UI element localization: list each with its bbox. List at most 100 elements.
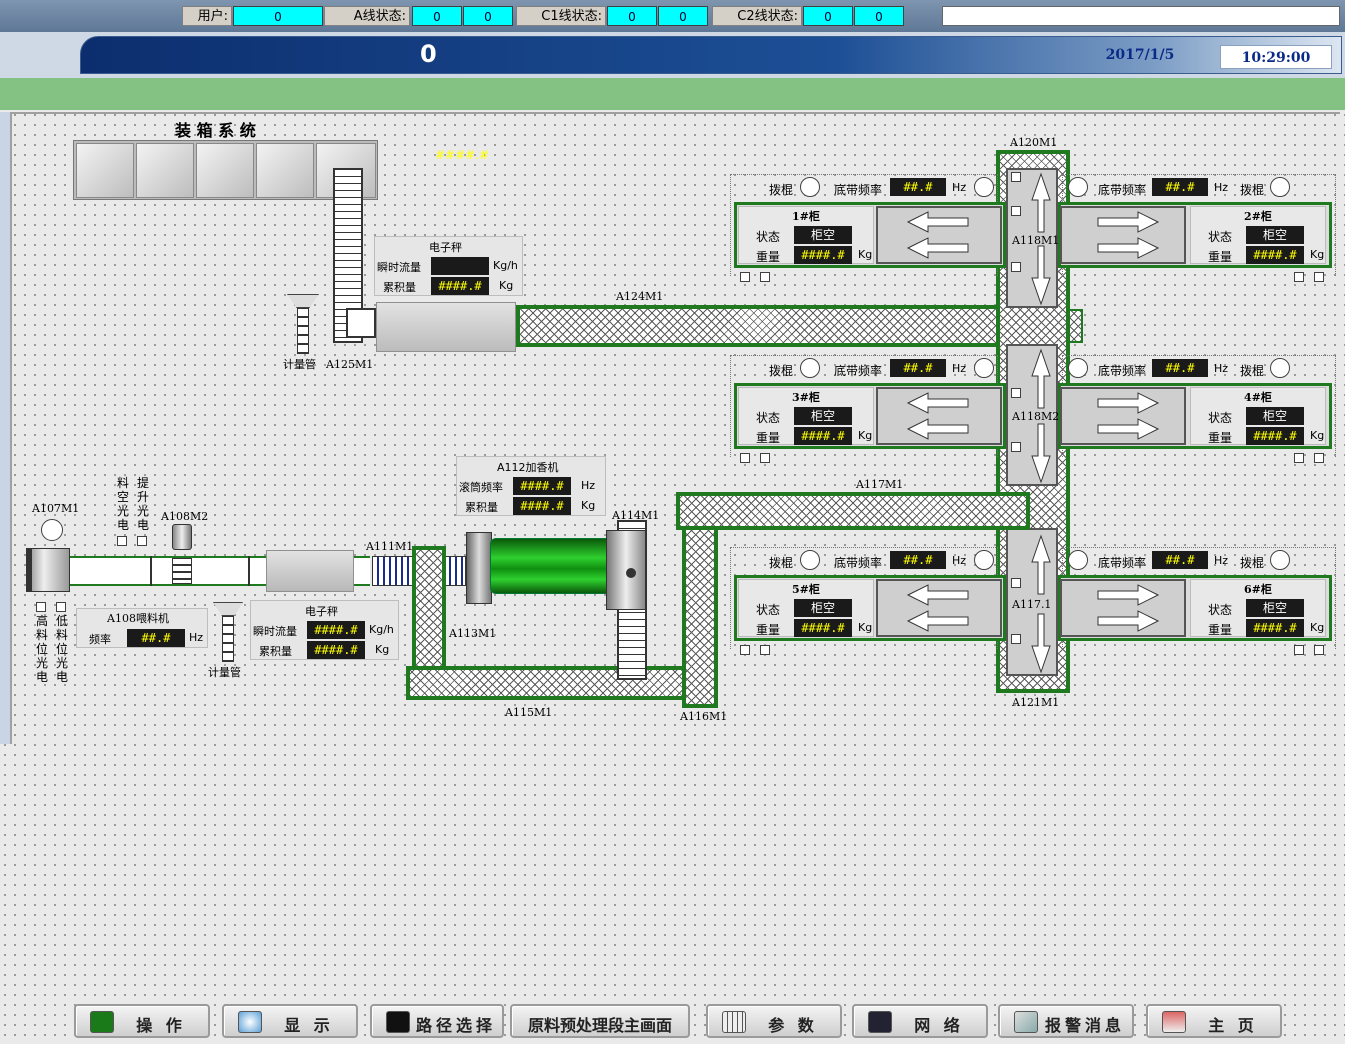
belt-freq-label: 底带频率 (834, 364, 883, 378)
a117m1-conveyor[interactable] (680, 496, 1026, 526)
a115m1-conveyor[interactable] (410, 670, 694, 696)
belt-indicator-icon[interactable] (1068, 550, 1088, 570)
network-icon (868, 1011, 892, 1033)
a107m1-label: A107M1 (32, 502, 80, 515)
scale1-acc-value: ####.# (431, 277, 489, 295)
user-label: 用户: (182, 6, 232, 26)
nav-button-5[interactable]: 网 络 (852, 1004, 988, 1038)
packing-hash: ####.# (435, 148, 490, 162)
state-label: 状态 (756, 411, 781, 425)
scale1-title: 电子秤 (429, 241, 462, 254)
high-pe-label: 高料位光电 (35, 614, 48, 684)
arrow-right-icon (1097, 392, 1160, 440)
nav-button-3[interactable]: 原料预处理段主画面 (510, 1004, 690, 1038)
belt-indicator-icon[interactable] (974, 550, 994, 570)
cabinet-sensor (1314, 272, 1324, 282)
cabinet-sensor (740, 645, 750, 655)
packing-title: 装 箱 系 统 (175, 121, 256, 140)
belt-freq-label: 底带频率 (834, 183, 883, 197)
a-line-label: A线状态: (324, 6, 410, 26)
roller-label: 拨棍 (769, 183, 794, 197)
nav-button-4[interactable]: 参 数 (706, 1004, 842, 1038)
scale2-belt[interactable] (266, 550, 354, 592)
state-label: 状态 (1208, 411, 1233, 425)
cabinet-name: 2#柜 (1244, 210, 1272, 223)
belt-freq-unit: Hz (1214, 554, 1229, 567)
cabinet-sensor (1294, 272, 1304, 282)
nav-button-6[interactable]: 报警消息 (998, 1004, 1134, 1038)
belt-freq-unit: Hz (952, 181, 967, 194)
a121m1-label: A121M1 (1012, 696, 1060, 709)
belt-indicator-icon[interactable] (1068, 358, 1088, 378)
weight-value: ####.# (1246, 246, 1304, 264)
meter-tube-2[interactable] (222, 616, 234, 662)
roller-indicator-icon[interactable] (1270, 358, 1290, 378)
nav-button-7[interactable]: 主 页 (1146, 1004, 1282, 1038)
roller-indicator-icon[interactable] (1270, 177, 1290, 197)
a108m2-motor-icon[interactable] (172, 524, 192, 550)
shuttle-sensor (1011, 172, 1021, 182)
belt-indicator-icon[interactable] (974, 177, 994, 197)
weight-label: 重量 (756, 623, 781, 637)
weight-value: ####.# (794, 246, 852, 264)
cabinet-sensor (760, 453, 770, 463)
feeder-freq-label: 频率 (89, 633, 111, 646)
scale2-acc-label: 累积量 (259, 645, 292, 658)
cabinet-sensor (1314, 645, 1324, 655)
flavor-panel: A112加香机 滚筒频率 ####.# Hz 累积量 ####.# Kg (456, 456, 606, 516)
c1-line-value-2: 0 (658, 6, 708, 26)
cabinet-name: 3#柜 (792, 391, 820, 404)
roller-label: 拨棍 (769, 364, 794, 378)
arrow-right-icon (1097, 211, 1160, 259)
arrow-left-icon (906, 392, 969, 440)
nav-button-label: 报警消息 (1044, 1016, 1125, 1035)
low-pe-label: 低料位光电 (55, 614, 68, 684)
roller-indicator-icon[interactable] (800, 358, 820, 378)
nav-button-label: 显 示 (284, 1016, 334, 1035)
c2-line-label: C2线状态: (712, 6, 802, 26)
a114m1-label: A114M1 (612, 509, 660, 522)
scale2-flow-value: ####.# (307, 621, 365, 639)
state-label: 状态 (1208, 603, 1233, 617)
meter-tube-1[interactable] (297, 308, 309, 354)
cabinet-sensor (760, 645, 770, 655)
nav-button-label: 操 作 (136, 1016, 186, 1035)
scale1-flow-unit: Kg/h (493, 259, 518, 272)
weight-label: 重量 (756, 431, 781, 445)
a124m1-conveyor[interactable] (520, 309, 996, 343)
nav-button-label: 主 页 (1208, 1016, 1258, 1035)
scale1-belt[interactable] (376, 302, 516, 352)
a116m1-conveyor[interactable] (686, 512, 714, 704)
belt-indicator-icon[interactable] (1068, 177, 1088, 197)
scale1-flow-label: 瞬时流量 (377, 261, 421, 274)
belt-freq-unit: Hz (1214, 362, 1229, 375)
a107m1-hoist[interactable] (26, 548, 70, 592)
shuttle3-updown-icon (1031, 534, 1051, 674)
a113m1-conveyor[interactable] (416, 550, 442, 682)
play-icon (90, 1011, 114, 1033)
weight-value: ####.# (1246, 427, 1304, 445)
weight-label: 重量 (1208, 431, 1233, 445)
a107m1-motor-icon[interactable] (41, 519, 63, 541)
state-value: 柜空 (794, 599, 852, 617)
belt-indicator-icon[interactable] (974, 358, 994, 378)
nav-button-2[interactable]: 路径选择 (370, 1004, 504, 1038)
state-value: 柜空 (1246, 599, 1304, 617)
roller-label: 拨棍 (1240, 183, 1265, 197)
roller-label: 拨棍 (1240, 556, 1265, 570)
a120m1-label: A120M1 (1010, 136, 1058, 149)
roller-indicator-icon[interactable] (800, 177, 820, 197)
roller-indicator-icon[interactable] (800, 550, 820, 570)
meter-tube-2-label: 计量管 (208, 666, 241, 679)
roller-indicator-icon[interactable] (1270, 550, 1290, 570)
flavor-drum[interactable] (466, 530, 650, 612)
flavor-acc-label: 累积量 (465, 501, 498, 514)
flavor-title: A112加香机 (497, 461, 559, 474)
feeder-freq-unit: Hz (189, 631, 204, 644)
belt-freq-unit: Hz (1214, 181, 1229, 194)
magnifier-icon (238, 1011, 262, 1033)
nav-button-1[interactable]: 显 示 (222, 1004, 358, 1038)
a108m2-section (150, 556, 250, 586)
scale1-panel: 电子秤 瞬时流量 Kg/h 累积量 ####.# Kg (374, 236, 523, 296)
nav-button-0[interactable]: 操 作 (74, 1004, 210, 1038)
